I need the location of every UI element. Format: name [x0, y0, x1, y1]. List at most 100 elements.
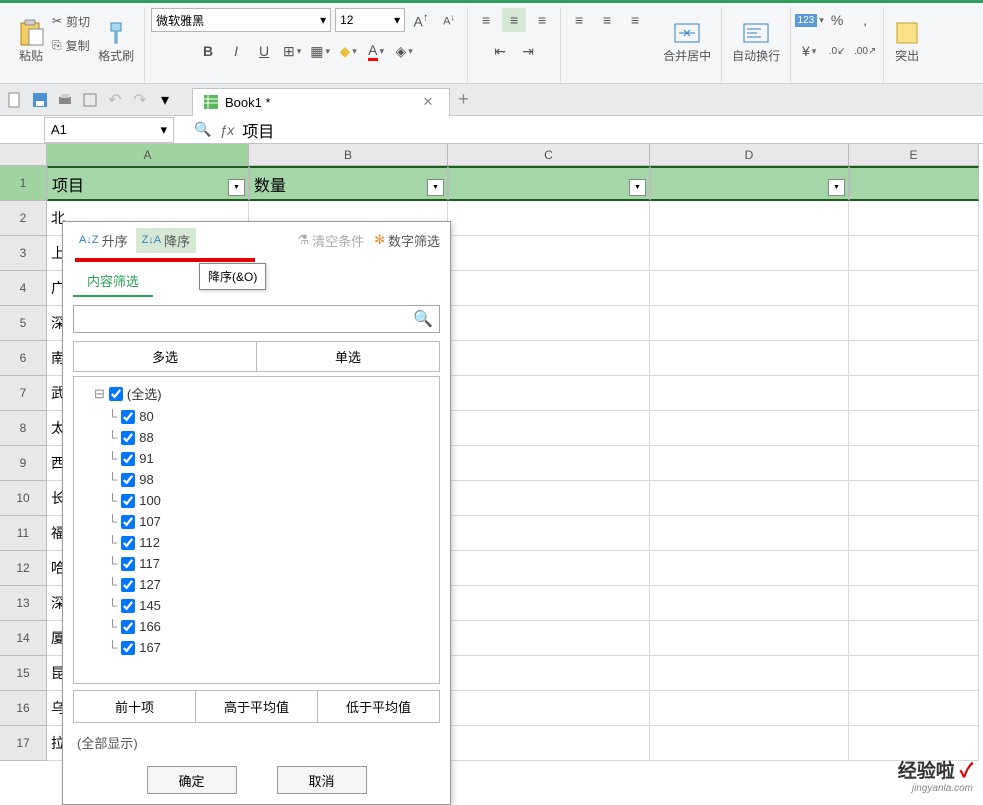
- cell-d11[interactable]: [650, 516, 849, 551]
- checkbox[interactable]: [121, 452, 135, 466]
- cell-d9[interactable]: [650, 446, 849, 481]
- name-box[interactable]: A1▾: [44, 117, 174, 143]
- new-doc-button[interactable]: [4, 89, 26, 111]
- check-item[interactable]: └167: [78, 637, 435, 658]
- format-painter-button[interactable]: 格式刷: [94, 7, 138, 77]
- increase-indent-button[interactable]: ⇥: [516, 39, 540, 63]
- cell-d1[interactable]: ▼: [650, 166, 849, 201]
- row-header-17[interactable]: 17: [0, 726, 47, 761]
- checkbox[interactable]: [121, 431, 135, 445]
- cell-e9[interactable]: [849, 446, 979, 481]
- cell-e6[interactable]: [849, 341, 979, 376]
- row-header-7[interactable]: 7: [0, 376, 47, 411]
- align-right-button[interactable]: ≡: [623, 8, 647, 32]
- align-center-button[interactable]: ≡: [595, 8, 619, 32]
- row-header-15[interactable]: 15: [0, 656, 47, 691]
- cell-d3[interactable]: [650, 236, 849, 271]
- row-header-13[interactable]: 13: [0, 586, 47, 621]
- checkbox[interactable]: [121, 557, 135, 571]
- new-tab-button[interactable]: +: [453, 89, 475, 111]
- cell-style-button[interactable]: ▦: [308, 39, 332, 63]
- row-header-5[interactable]: 5: [0, 306, 47, 341]
- cell-a1[interactable]: 项目▼: [47, 166, 249, 201]
- row-header-6[interactable]: 6: [0, 341, 47, 376]
- check-item[interactable]: └80: [78, 406, 435, 427]
- cell-e3[interactable]: [849, 236, 979, 271]
- cell-d15[interactable]: [650, 656, 849, 691]
- row-header-1[interactable]: 1: [0, 166, 47, 201]
- align-middle-button[interactable]: ≡: [502, 8, 526, 32]
- multi-select-button[interactable]: 多选: [74, 342, 257, 371]
- cell-d14[interactable]: [650, 621, 849, 656]
- below-average-button[interactable]: 低于平均值: [318, 691, 439, 722]
- cell-e1[interactable]: [849, 166, 979, 201]
- sort-descending-button[interactable]: Z↓A降序: [136, 228, 197, 253]
- cell-c6[interactable]: [448, 341, 650, 376]
- print-button[interactable]: [54, 89, 76, 111]
- decrease-font-button[interactable]: A↓: [437, 8, 461, 32]
- check-item[interactable]: └117: [78, 553, 435, 574]
- row-header-8[interactable]: 8: [0, 411, 47, 446]
- checkbox[interactable]: [121, 599, 135, 613]
- wrap-text-button[interactable]: 自动换行: [728, 7, 784, 77]
- redo-button[interactable]: ↷: [129, 89, 151, 111]
- checkbox[interactable]: [121, 578, 135, 592]
- underline-button[interactable]: U: [252, 39, 276, 63]
- row-header-9[interactable]: 9: [0, 446, 47, 481]
- cell-e14[interactable]: [849, 621, 979, 656]
- bold-button[interactable]: B: [196, 39, 220, 63]
- cell-d6[interactable]: [650, 341, 849, 376]
- cell-d12[interactable]: [650, 551, 849, 586]
- sort-ascending-button[interactable]: A↓Z升序: [73, 228, 134, 253]
- cell-c11[interactable]: [448, 516, 650, 551]
- font-color-button[interactable]: A: [364, 39, 388, 63]
- checkbox[interactable]: [121, 620, 135, 634]
- increase-decimal-button[interactable]: .00↗: [853, 39, 877, 63]
- paste-button[interactable]: 粘贴: [14, 7, 48, 77]
- filter-button-c[interactable]: ▼: [629, 179, 646, 196]
- cell-e13[interactable]: [849, 586, 979, 621]
- search-icon[interactable]: 🔍: [413, 309, 433, 329]
- borders-button[interactable]: ⊞: [280, 39, 304, 63]
- cell-d4[interactable]: [650, 271, 849, 306]
- cell-d10[interactable]: [650, 481, 849, 516]
- cell-c16[interactable]: [448, 691, 650, 726]
- cell-c9[interactable]: [448, 446, 650, 481]
- copy-button[interactable]: ⎘复制: [52, 35, 90, 55]
- cell-e16[interactable]: [849, 691, 979, 726]
- comma-button[interactable]: ,: [853, 8, 877, 32]
- filter-button-a[interactable]: ▼: [228, 179, 245, 196]
- close-tab-button[interactable]: ✕: [423, 94, 439, 110]
- cell-e4[interactable]: [849, 271, 979, 306]
- filter-checklist[interactable]: ⊟(全选) └80└88└91└98└100└107└112└117└127└1…: [73, 376, 440, 684]
- cell-c17[interactable]: [448, 726, 650, 761]
- select-all-corner[interactable]: [0, 144, 47, 166]
- col-header-c[interactable]: C: [448, 144, 650, 166]
- cell-c3[interactable]: [448, 236, 650, 271]
- cell-e2[interactable]: [849, 201, 979, 236]
- decrease-indent-button[interactable]: ⇤: [488, 39, 512, 63]
- top-ten-button[interactable]: 前十项: [74, 691, 196, 722]
- cell-c2[interactable]: [448, 201, 650, 236]
- fill-color-button[interactable]: ◆: [336, 39, 360, 63]
- checkbox[interactable]: [121, 641, 135, 655]
- cut-button[interactable]: ✂剪切: [52, 11, 90, 31]
- cancel-button[interactable]: 取消: [277, 766, 367, 794]
- cell-c5[interactable]: [448, 306, 650, 341]
- cell-d7[interactable]: [650, 376, 849, 411]
- cell-c12[interactable]: [448, 551, 650, 586]
- cell-c15[interactable]: [448, 656, 650, 691]
- check-item[interactable]: └107: [78, 511, 435, 532]
- preview-button[interactable]: [79, 89, 101, 111]
- checkbox[interactable]: [121, 494, 135, 508]
- cell-d5[interactable]: [650, 306, 849, 341]
- increase-font-button[interactable]: A↑: [409, 8, 433, 32]
- checkbox[interactable]: [121, 536, 135, 550]
- cell-d8[interactable]: [650, 411, 849, 446]
- cell-d17[interactable]: [650, 726, 849, 761]
- highlight-button[interactable]: ◈: [392, 39, 416, 63]
- row-header-12[interactable]: 12: [0, 551, 47, 586]
- cell-c8[interactable]: [448, 411, 650, 446]
- font-name-select[interactable]: 微软雅黑▾: [151, 8, 331, 32]
- cell-d2[interactable]: [650, 201, 849, 236]
